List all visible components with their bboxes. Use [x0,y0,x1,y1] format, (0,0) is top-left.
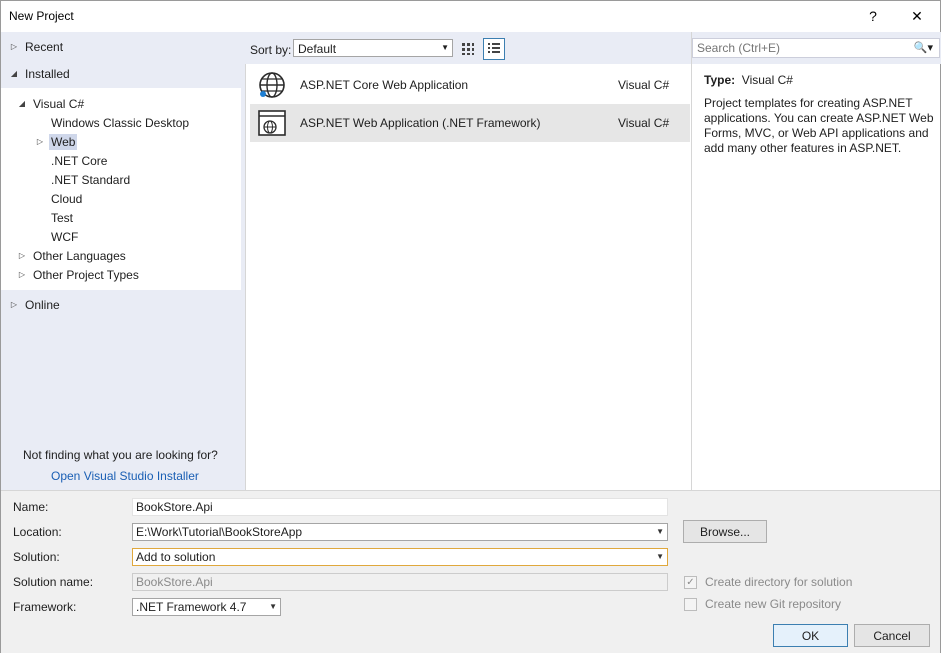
tree-label: WCF [51,229,79,244]
type-line: Type: Visual C# [704,73,793,87]
framework-dropdown[interactable]: .NET Framework 4.7 ▼ [132,598,281,616]
checkbox-empty-icon [684,597,697,611]
collapse-arrow-icon: ◢ [18,99,26,108]
tree-item-online[interactable]: ▷ Online [9,295,62,314]
template-name: ASP.NET Web Application (.NET Framework) [300,116,541,130]
tree-label: .NET Standard [51,172,131,187]
sort-value: Default [298,42,337,56]
tree-item-windows-classic-desktop[interactable]: Windows Classic Desktop [49,113,191,132]
template-name: ASP.NET Core Web Application [300,78,469,92]
tree-label: Other Project Types [33,267,139,282]
tree-item-cloud[interactable]: Cloud [49,189,84,208]
list-view-icon [488,43,500,53]
close-button[interactable]: ✕ [897,3,937,29]
list-view-button[interactable] [483,38,505,60]
tree-label-recent: Recent [25,39,64,54]
tree-label-visual-csharp: Visual C# [33,96,85,111]
tree-label-installed: Installed [25,66,70,81]
template-language: Visual C# [618,116,670,130]
installed-list: ◢ Visual C# Windows Classic Desktop ▷ We… [1,88,241,290]
tree-item-net-core[interactable]: .NET Core [49,151,109,170]
template-description: Project templates for creating ASP.NET a… [704,96,934,155]
chevron-down-icon: ▼ [441,43,449,52]
sort-dropdown[interactable]: Default ▼ [293,39,453,57]
ok-button[interactable]: OK [773,624,848,647]
location-combobox[interactable]: E:\Work\Tutorial\BookStoreApp ▼ [132,523,668,541]
expand-arrow-icon: ▷ [36,137,44,146]
search-input[interactable] [693,39,903,57]
location-value: E:\Work\Tutorial\BookStoreApp [136,525,303,539]
tree-item-installed[interactable]: ◢ Installed [9,64,72,83]
sort-bar: Sort by: Default ▼ [245,32,691,64]
tree-item-other-project-types[interactable]: ▷ Other Project Types [17,265,141,284]
template-tree-panel: ▷ Recent ◢ Installed ◢ Visual C# Windows… [1,32,245,490]
expand-arrow-icon: ▷ [18,251,26,260]
solution-name-field[interactable]: BookStore.Api [132,573,668,591]
search-box[interactable]: 🔍▾ [692,38,940,58]
tree-item-net-standard[interactable]: .NET Standard [49,170,132,189]
tree-label: Test [51,210,74,225]
new-git-repo-label: Create new Git repository [705,597,842,611]
location-label: Location: [13,525,62,539]
expand-arrow-icon: ▷ [18,270,26,279]
browse-button[interactable]: Browse... [683,520,767,543]
tree-item-wcf[interactable]: WCF [49,227,80,246]
cancel-button[interactable]: Cancel [854,624,930,647]
tree-label: Other Languages [33,248,126,263]
create-directory-label: Create directory for solution [705,575,853,589]
expand-arrow-icon: ▷ [10,300,18,309]
globe-icon [259,72,285,98]
search-icon[interactable]: 🔍▾ [914,41,933,54]
framework-label: Framework: [13,600,77,614]
type-label: Type: [704,73,736,87]
new-project-dialog: New Project ? ✕ ▷ Recent ◢ Installed ◢ V… [0,0,941,653]
tree-item-test[interactable]: Test [49,208,75,227]
chevron-down-icon[interactable]: ▼ [656,527,664,536]
not-finding-text: Not finding what you are looking for? [23,448,218,462]
tree-label-online: Online [25,297,60,312]
template-list: ASP.NET Core Web Application Visual C# A… [245,64,691,490]
template-item-aspnet-core[interactable]: ASP.NET Core Web Application Visual C# [250,66,690,104]
tree-label: Cloud [51,191,83,206]
checkmark-icon: ✓ [684,575,697,589]
chevron-down-icon[interactable]: ▼ [656,552,664,561]
open-installer-link[interactable]: Open Visual Studio Installer [51,469,199,483]
sort-label: Sort by: [250,43,292,57]
create-directory-checkbox[interactable]: ✓ Create directory for solution [684,575,852,589]
new-git-repo-checkbox[interactable]: Create new Git repository [684,597,841,611]
framework-value: .NET Framework 4.7 [136,600,247,614]
web-app-icon [258,110,286,136]
solution-label: Solution: [13,550,60,564]
tree-item-recent[interactable]: ▷ Recent [9,37,65,56]
tree-label: Windows Classic Desktop [51,115,190,130]
name-label: Name: [13,500,48,514]
template-item-aspnet-framework[interactable]: ASP.NET Web Application (.NET Framework)… [250,104,690,142]
small-icons-view-button[interactable] [457,38,479,60]
window-title: New Project [9,9,74,23]
details-panel: 🔍▾ Type: Visual C# Project templates for… [691,32,941,490]
grid-view-icon [462,43,474,55]
tree-item-other-languages[interactable]: ▷ Other Languages [17,246,128,265]
name-label-text: Name: [13,500,49,514]
tree-item-visual-csharp[interactable]: ◢ Visual C# [17,94,86,113]
help-button[interactable]: ? [853,3,893,29]
solution-value: Add to solution [136,550,216,564]
template-language: Visual C# [618,78,670,92]
tree-label: .NET Core [51,153,108,168]
name-field[interactable]: BookStore.Api [132,498,668,516]
project-settings-form: Name: BookStore.Api Location: E:\Work\Tu… [1,490,940,653]
chevron-down-icon[interactable]: ▼ [269,602,277,611]
solution-dropdown[interactable]: Add to solution ▼ [132,548,668,566]
tree-label: Web [49,133,78,150]
tree-item-web[interactable]: ▷ Web [35,132,78,151]
type-value: Visual C# [741,73,793,87]
expand-arrow-icon: ▷ [10,42,18,51]
collapse-arrow-icon: ◢ [10,69,18,78]
title-bar: New Project ? ✕ [1,1,940,32]
solution-name-label: Solution name: [13,575,94,589]
